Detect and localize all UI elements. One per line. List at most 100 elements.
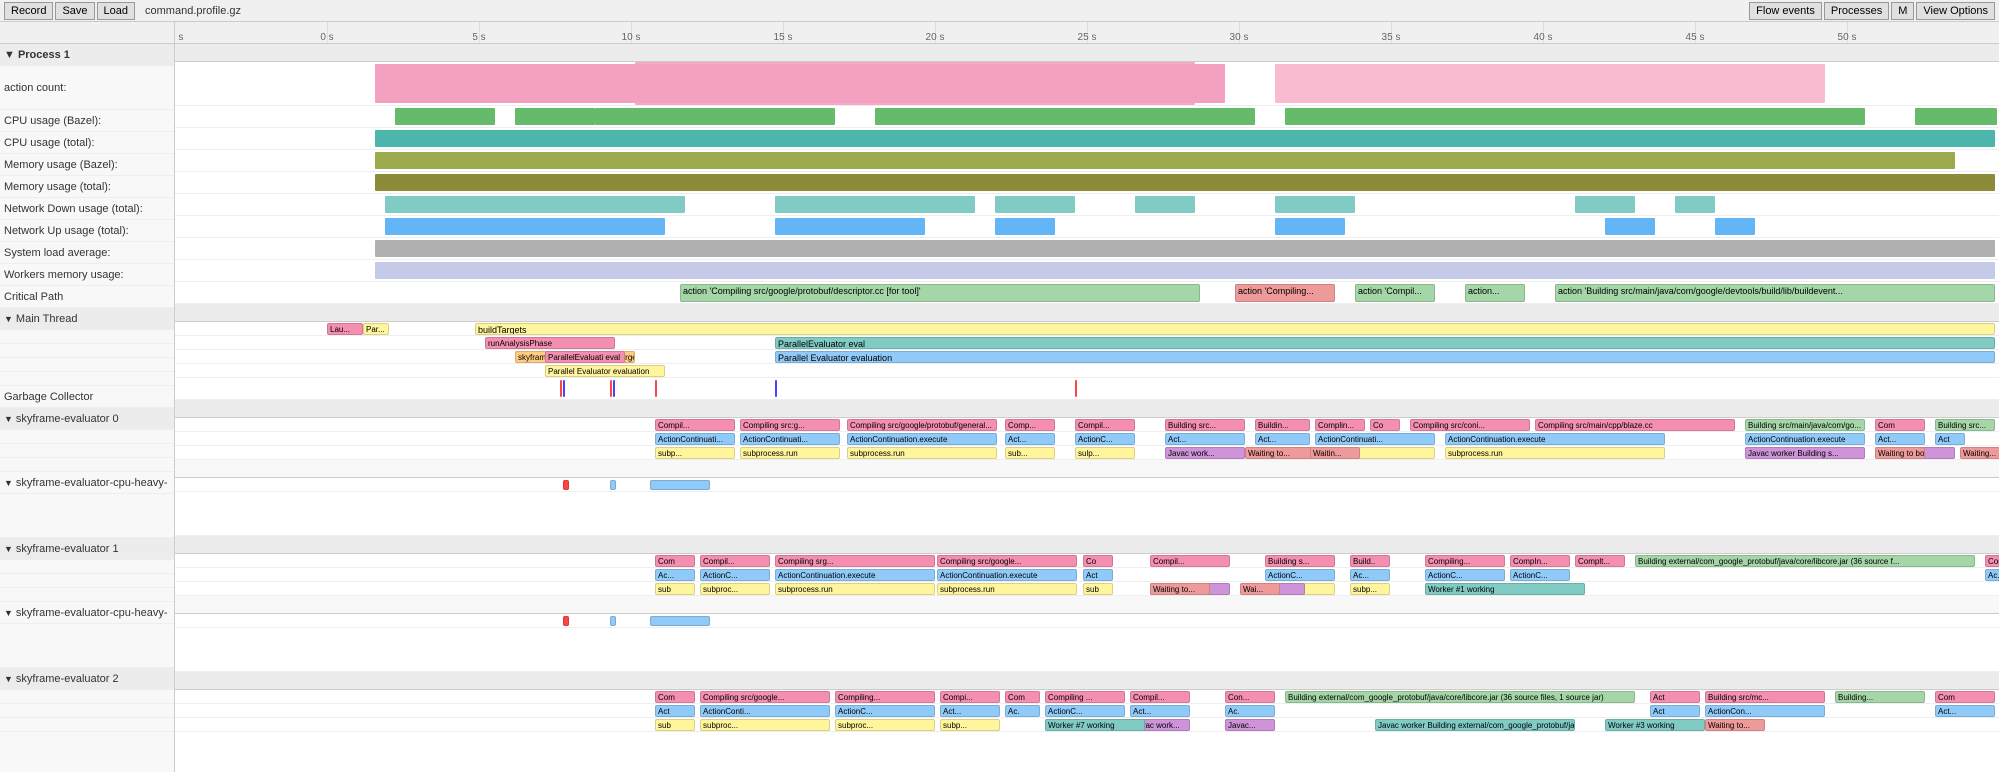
left-sf-cpu-heavy-1[interactable]: ▼ skyframe-evaluator-cpu-heavy- [0,602,174,624]
sf0-act-s[interactable]: Act... [1005,433,1055,445]
critical-bar-4[interactable]: action... [1465,284,1525,302]
sf0-compiling-1[interactable]: Compiling src:g... [740,419,840,431]
sf1-compiling-3[interactable]: Compiling... [1425,555,1505,567]
sf1-wait-1[interactable]: Waiting to... [1150,583,1210,595]
sf2-ac-1[interactable]: Act... [940,705,1000,717]
sf1-com-1[interactable]: Com [655,555,695,567]
sf0-compil-1[interactable]: Compil... [655,419,735,431]
sf0-act-2[interactable]: Act... [1165,433,1245,445]
sf2-ac-5[interactable]: Act... [1935,705,1995,717]
sf0-building-main[interactable]: Building src/main/java/com/go... [1745,419,1865,431]
critical-bar-5[interactable]: action 'Building src/main/java/com/googl… [1555,284,1995,302]
sf2-javac-2[interactable]: Javac... [1225,719,1275,731]
sf2-com-3[interactable]: Com [1935,691,1995,703]
sf0-javac-3[interactable]: Javac worker Building s... [1745,447,1865,459]
sf1-compiling-2[interactable]: Compiling src/google... [937,555,1077,567]
sf2-compi[interactable]: Compi... [940,691,1000,703]
right-panel[interactable]: -5 s 0 s 5 s 10 s 15 s 20 s 25 s 30 s 35… [175,22,1999,772]
sf2-act-1[interactable]: Act [1650,691,1700,703]
sf0-subprocess-4[interactable]: subprocess.run [1445,447,1665,459]
sf1-compil-1[interactable]: Compil... [700,555,770,567]
sf1-build-s[interactable]: Build.. [1350,555,1390,567]
save-button[interactable]: Save [55,2,94,20]
sf2-building-ext[interactable]: Building external/com_google_protobuf/ja… [1285,691,1635,703]
sf0-subprocess-2[interactable]: subprocess.run [847,447,997,459]
load-button[interactable]: Load [97,2,135,20]
mt-pe-eval3[interactable]: Parallel Evaluator evaluation [775,351,1995,363]
sf0-building-src[interactable]: Building src... [1935,419,1995,431]
left-sf2[interactable]: ▼ skyframe-evaluator 2 [0,668,174,690]
sf1-act-1[interactable]: Act [1083,569,1113,581]
sf2-subprocess-1[interactable]: subproc... [700,719,830,731]
sf0-actionC-7[interactable]: ActionContinuation.execute [1745,433,1865,445]
critical-bar-2[interactable]: action 'Compiling... [1235,284,1335,302]
cph1-bar[interactable] [650,616,710,626]
mt-pe-eval[interactable]: ParallelEvaluator eval [775,337,1995,349]
sf1-building-ext[interactable]: Building external/com_google_protobuf/ja… [1635,555,1975,567]
sf2-compiling-3[interactable]: Compiling ... [1045,691,1125,703]
sf1-actionC-4[interactable]: ActionC... [1425,569,1505,581]
sf2-building-s3[interactable]: Building... [1835,691,1925,703]
sf0-comp-s[interactable]: Comp... [1005,419,1055,431]
sf0-waitin-1[interactable]: Waitin... [1310,447,1360,459]
sf0-compiling-3[interactable]: Complin... [1315,419,1365,431]
sf2-ac-4[interactable]: Act [1650,705,1700,717]
sf0-compiling-main[interactable]: Compiling src/main/cpp/blaze.cc [1535,419,1735,431]
sf2-ac-3[interactable]: Ac. [1225,705,1275,717]
sf0-building-1[interactable]: Building src... [1165,419,1245,431]
record-button[interactable]: Record [4,2,53,20]
sf1-com-2[interactable]: Com [1985,555,1999,567]
left-sf1[interactable]: ▼ skyframe-evaluator 1 [0,538,174,560]
sf1-subp-1[interactable]: subp... [1350,583,1390,595]
sf1-wai-1[interactable]: Wai... [1240,583,1280,595]
sf1-actionC-3[interactable]: ActionC... [1265,569,1335,581]
sf0-buildin[interactable]: Buildin... [1255,419,1310,431]
sf2-compiling-2[interactable]: Compiling... [835,691,935,703]
sf2-compil-1[interactable]: Compil... [1130,691,1190,703]
sf0-act-3[interactable]: Act... [1255,433,1310,445]
sf0-actionC-2[interactable]: ActionContinuati... [740,433,840,445]
mt-pe-evalX[interactable]: Parallel Evaluator evaluation [545,365,665,377]
left-sf0[interactable]: ▼ skyframe-evaluator 0 [0,408,174,430]
view-options-button[interactable]: View Options [1916,2,1995,20]
sf2-com-2[interactable]: Com [1005,691,1040,703]
sf1-co-1[interactable]: Co [1083,555,1113,567]
sf0-actionC-4[interactable]: ActionC... [1075,433,1135,445]
critical-bar-1[interactable]: action 'Compiling src/google/protobuf/de… [680,284,1200,302]
sf2-actionC-3[interactable]: ActionC... [1045,705,1125,717]
sf2-con-1[interactable]: Con... [1225,691,1275,703]
sf0-actionC-6[interactable]: ActionContinuation.execute [1445,433,1665,445]
sf0-actionC-5[interactable]: ActionContinuati... [1315,433,1435,445]
processes-button[interactable]: Processes [1824,2,1889,20]
flow-events-button[interactable]: Flow events [1749,2,1822,20]
sf2-javac-building[interactable]: Javac worker Building external/com_googl… [1375,719,1575,731]
sf1-worker-working[interactable]: Worker #1 working [1425,583,1585,595]
sf2-actionC-2[interactable]: ActionC... [835,705,935,717]
sf2-subprocess-2[interactable]: subproc... [835,719,935,731]
cph0-bar-1[interactable] [650,480,710,490]
sf1-ac-4[interactable]: Ac... [1985,569,1999,581]
sf0-co[interactable]: Co [1370,419,1400,431]
sf1-ac-2[interactable]: ActionC... [700,569,770,581]
sf1-subprocess-1[interactable]: subprocess.run [775,583,935,595]
mt-build-targets[interactable]: buildTargets [475,323,1995,335]
sf0-actionC-3[interactable]: ActionContinuation.execute [847,433,997,445]
sf2-act-r1[interactable]: Act [655,705,695,717]
sf1-actionC-1[interactable]: ActionContinuation.execute [775,569,935,581]
sf0-act-5[interactable]: Act [1935,433,1965,445]
mt-pe-eval2[interactable]: ParallelEvaluati eval [545,351,625,363]
sf2-actionC-4[interactable]: ActionCon... [1705,705,1825,717]
sf0-compiling-2[interactable]: Compiling src/google/protobuf/general... [847,419,997,431]
sf1-ac-3[interactable]: Ac... [1350,569,1390,581]
sf2-actionC-1[interactable]: ActionConti... [700,705,830,717]
sf0-act-4[interactable]: Act... [1875,433,1925,445]
sf2-act-2[interactable]: Act... [1130,705,1190,717]
sf0-wait-1[interactable]: Waiting to... [1245,447,1315,459]
sf1-sub-2[interactable]: sub [1083,583,1113,595]
sf0-sub-3[interactable]: sulp... [1075,447,1135,459]
left-main-thread[interactable]: ▼ Main Thread [0,308,174,330]
sf1-building-s[interactable]: Building s... [1265,555,1335,567]
sf2-com-1[interactable]: Com [655,691,695,703]
critical-bar-3[interactable]: action 'Compil... [1355,284,1435,302]
sf2-w3[interactable]: Worker #3 working [1605,719,1705,731]
